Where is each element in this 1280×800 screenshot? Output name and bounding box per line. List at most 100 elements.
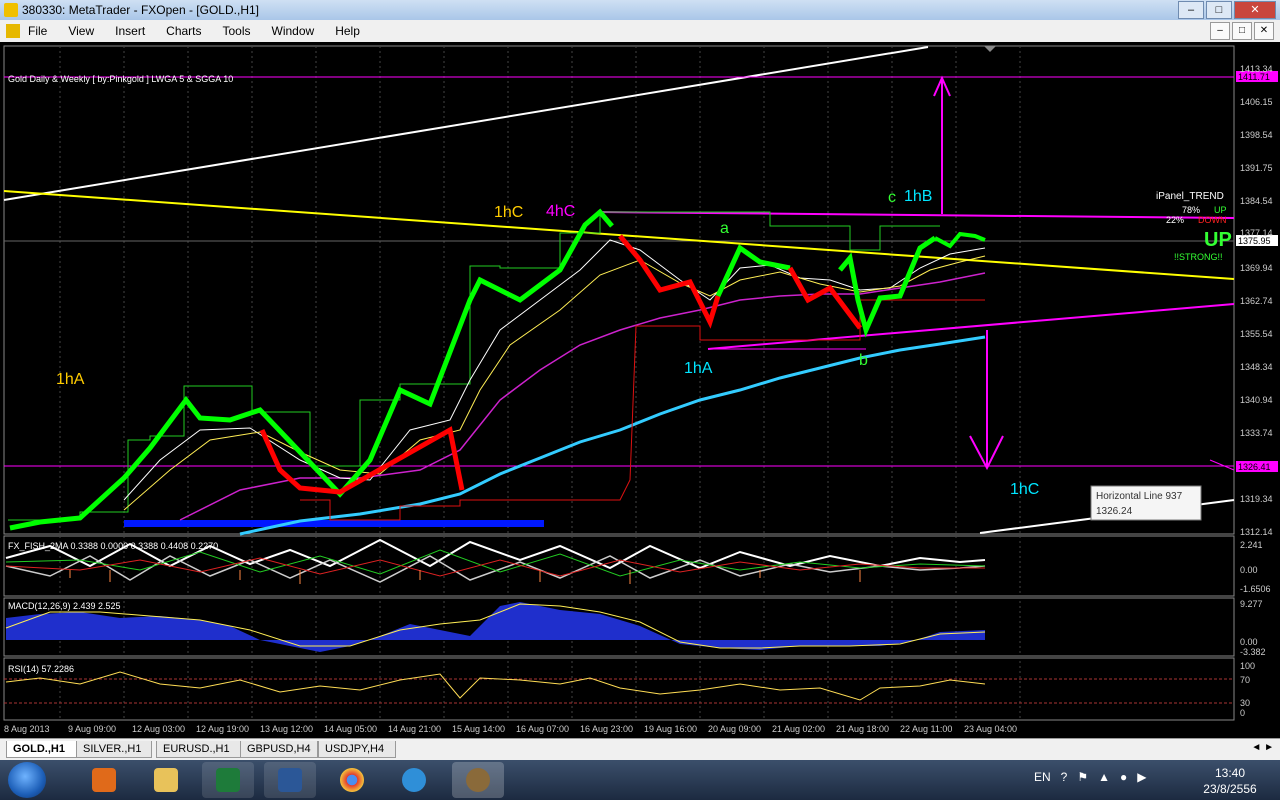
channel-lower-line xyxy=(707,303,1235,350)
menu-bar: File View Insert Charts Tools Window Hel… xyxy=(0,20,1280,43)
rsi-axis-30: 30 xyxy=(1240,698,1250,708)
chart-svg[interactable]: 1411.71 1375.95 1326.41 1413.34 1406.15 … xyxy=(0,42,1280,738)
time-tick: 21 Aug 18:00 xyxy=(836,724,889,734)
ipanel-down-pct: 22% xyxy=(1166,215,1184,225)
tab-gold-h1[interactable]: GOLD.,H1 xyxy=(6,741,80,758)
close-button[interactable]: ✕ xyxy=(1234,1,1276,19)
menu-help[interactable]: Help xyxy=(335,24,360,38)
ipanel-trend: iPanel_TREND 78% UP 22% DOWN UP !!STRONG… xyxy=(1156,191,1232,262)
chart-area[interactable]: 1411.71 1375.95 1326.41 1413.34 1406.15 … xyxy=(0,42,1280,738)
chart-window-icon xyxy=(6,24,20,38)
minimize-button[interactable]: – xyxy=(1178,1,1204,19)
metatrader-icon xyxy=(466,768,490,792)
price-candles-up xyxy=(9,208,614,531)
macd-label: MACD(12,26,9) 2.439 2.525 xyxy=(8,601,121,611)
taskbar-internet-explorer[interactable] xyxy=(388,762,440,798)
help-icon[interactable]: ? xyxy=(1061,770,1068,784)
taskbar-word[interactable] xyxy=(264,762,316,798)
time-tick: 23 Aug 04:00 xyxy=(964,724,1017,734)
excel-icon xyxy=(216,768,240,792)
price-tick: 1355.54 xyxy=(1240,329,1273,339)
system-clock[interactable]: 13:40 23/8/2556 xyxy=(1198,765,1262,797)
tab-usdjpy-h4[interactable]: USDJPY,H4 xyxy=(318,741,396,758)
price-candles-down xyxy=(259,426,465,495)
time-tick: 16 Aug 07:00 xyxy=(516,724,569,734)
start-button[interactable] xyxy=(8,762,46,798)
rsi-axis-100: 100 xyxy=(1240,661,1255,671)
menu-tools[interactable]: Tools xyxy=(223,24,251,38)
cyan-moving-average xyxy=(239,335,986,536)
taskbar-media-player[interactable] xyxy=(78,762,130,798)
taskbar-metatrader[interactable] xyxy=(452,762,504,798)
macd-axis-bottom: -3.382 xyxy=(1240,647,1266,657)
time-tick: 9 Aug 09:00 xyxy=(68,724,116,734)
volume-icon[interactable]: ▶ xyxy=(1137,770,1146,784)
language-indicator[interactable]: EN xyxy=(1034,770,1051,784)
maximize-button[interactable]: □ xyxy=(1206,1,1232,19)
time-tick: 15 Aug 14:00 xyxy=(452,724,505,734)
menu-insert[interactable]: Insert xyxy=(115,24,145,38)
time-axis: 8 Aug 2013 9 Aug 09:00 12 Aug 03:00 12 A… xyxy=(4,724,1017,734)
taskbar-explorer[interactable] xyxy=(140,762,192,798)
rsi-label: RSI(14) 57.2286 xyxy=(8,664,74,674)
rsi-axis-70: 70 xyxy=(1240,675,1250,685)
ipanel-up-pct: 78% xyxy=(1182,205,1200,215)
ipanel-up-label: UP xyxy=(1214,205,1227,215)
wave-label-a: a xyxy=(720,220,729,237)
rsi-subwindow[interactable]: RSI(14) 57.2286 100 70 30 0 xyxy=(4,661,1255,718)
chart-restore-button[interactable]: □ xyxy=(1232,22,1252,40)
yellow-trendline xyxy=(3,190,1235,280)
window-controls: – □ ✕ xyxy=(1178,1,1276,19)
fisher-axis-zero: 0.00 xyxy=(1240,565,1258,575)
wave-label-1hC: 1hC xyxy=(494,204,523,221)
time-tick: 21 Aug 02:00 xyxy=(772,724,825,734)
tab-eurusd-h1[interactable]: EURUSD.,H1 xyxy=(156,741,242,758)
time-tick: 12 Aug 19:00 xyxy=(196,724,249,734)
word-icon xyxy=(278,768,302,792)
time-tick: 19 Aug 16:00 xyxy=(644,724,697,734)
price-tick: 1312.14 xyxy=(1240,527,1273,537)
menu-view[interactable]: View xyxy=(68,24,94,38)
clock-date: 23/8/2556 xyxy=(1203,782,1257,796)
action-center-icon[interactable]: ⚑ xyxy=(1077,770,1088,784)
metatrader-app-icon xyxy=(4,3,18,17)
tray-overflow-icon[interactable]: ▲ xyxy=(1098,770,1110,784)
channel-upper-line xyxy=(599,211,1235,219)
tab-gbpusd-h4[interactable]: GBPUSD,H4 xyxy=(240,741,318,758)
price-tick: 1384.54 xyxy=(1240,196,1273,206)
wave-label-c: c xyxy=(888,189,896,206)
price-tick: 1406.15 xyxy=(1240,97,1273,107)
macd-axis-zero: 0.00 xyxy=(1240,637,1258,647)
time-tick: 13 Aug 12:00 xyxy=(260,724,313,734)
taskbar-chrome[interactable] xyxy=(326,762,378,798)
ipanel-strong: !!STRONG!! xyxy=(1174,252,1223,262)
network-icon[interactable]: ● xyxy=(1120,770,1127,784)
tab-scroll-arrows[interactable]: ◄ ► xyxy=(1251,742,1274,753)
time-tick: 14 Aug 05:00 xyxy=(324,724,377,734)
fisher-subwindow[interactable]: FX_FISH_2MA 0.3388 0.0000 0.3388 0.4408 … xyxy=(5,538,1271,594)
chart-minimize-button[interactable]: – xyxy=(1210,22,1230,40)
price-tick: 1413.34 xyxy=(1240,64,1273,74)
red-stepped-line xyxy=(300,299,985,521)
menu-charts[interactable]: Charts xyxy=(166,24,201,38)
price-tick: 1319.34 xyxy=(1240,494,1273,504)
tab-silver-h1[interactable]: SILVER.,H1 xyxy=(76,741,152,758)
title-bar: 380330: MetaTrader - FXOpen - [GOLD.,H1]… xyxy=(0,0,1280,20)
support-band xyxy=(124,520,544,527)
time-tick: 8 Aug 2013 xyxy=(4,724,50,734)
internet-explorer-icon xyxy=(402,768,426,792)
taskbar-excel[interactable] xyxy=(202,762,254,798)
price-tick: 1333.74 xyxy=(1240,428,1273,438)
menu-window[interactable]: Window xyxy=(272,24,315,38)
chart-close-button[interactable]: ✕ xyxy=(1254,22,1274,40)
horizontal-line-tooltip: Horizontal Line 937 1326.24 xyxy=(1090,485,1202,521)
clock-time: 13:40 xyxy=(1214,766,1246,780)
wave-label-1hB: 1hB xyxy=(904,188,932,205)
ipanel-down-label: DOWN xyxy=(1198,215,1227,225)
folder-icon xyxy=(154,768,178,792)
price-tick: 1377.14 xyxy=(1240,228,1273,238)
indicator-label: Gold Daily & Weekly [ by:Pinkgold ] LWGA… xyxy=(8,74,233,84)
menu-file[interactable]: File xyxy=(28,24,47,38)
fisher-axis-top: 2.241 xyxy=(1240,540,1263,550)
chrome-icon xyxy=(340,768,364,792)
